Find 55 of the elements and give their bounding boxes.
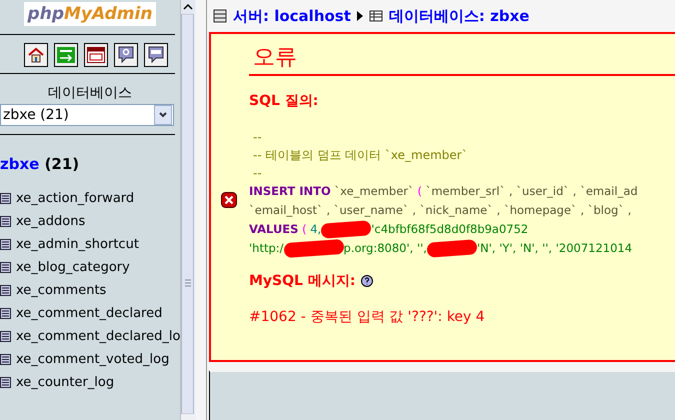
arrow-right-icon bbox=[356, 11, 363, 21]
table-link[interactable]: xe_addons bbox=[16, 214, 86, 229]
table-icon bbox=[0, 354, 11, 365]
query-button[interactable] bbox=[144, 43, 168, 67]
sql-comment: -- bbox=[252, 129, 263, 146]
table-icon bbox=[0, 262, 11, 273]
table-link[interactable]: xe_action_forward bbox=[16, 191, 134, 206]
phpmyadmin-logo[interactable]: phpMyAdmin bbox=[24, 2, 156, 26]
sql-text: p.org:8080', '', bbox=[344, 240, 427, 257]
table-icon bbox=[0, 331, 11, 342]
redaction-mark bbox=[283, 238, 344, 258]
sql-text: 4, bbox=[309, 221, 322, 238]
help-button[interactable] bbox=[114, 43, 138, 67]
caret-icon bbox=[154, 105, 172, 125]
redaction-mark bbox=[320, 220, 372, 239]
table-icon bbox=[0, 377, 11, 388]
table-icon bbox=[368, 9, 383, 23]
database-label: 데이터베이스 bbox=[48, 84, 132, 102]
sql-label: SQL 질의: bbox=[249, 92, 318, 110]
sql-line: `email_host` , `user_name` , `nick_name` , `homepage` , `blog` , bbox=[249, 202, 632, 219]
sql-comment: -- 테이블의 덤프 데이터 `xe_member` bbox=[252, 147, 469, 164]
error-title: 오류 bbox=[249, 40, 675, 76]
scroll-up-button[interactable] bbox=[181, 0, 195, 14]
database-select[interactable]: zbxe (21) bbox=[0, 104, 174, 126]
table-link[interactable]: xe_comment_voted_log bbox=[16, 352, 170, 367]
sql-line: INSERT INTO `xe_member` ( `member_srl` , `user_id` , `email_ad bbox=[249, 183, 639, 200]
server-icon bbox=[213, 9, 227, 23]
database-heading[interactable]: zbxe (21) bbox=[0, 155, 80, 173]
table-icon bbox=[0, 193, 11, 204]
sql-text: 'N', 'Y', 'N', '', '2007121014 bbox=[476, 240, 632, 257]
table-link[interactable]: xe_blog_category bbox=[16, 260, 130, 275]
table-icon bbox=[0, 239, 11, 250]
table-icon bbox=[0, 308, 11, 319]
error-icon bbox=[221, 192, 237, 208]
exit-button[interactable] bbox=[54, 43, 78, 67]
home-button[interactable] bbox=[24, 43, 48, 67]
sql-button[interactable] bbox=[84, 43, 108, 67]
breadcrumb-link[interactable]: 서버: localhost bbox=[233, 6, 351, 26]
table-link[interactable]: xe_comments bbox=[16, 283, 106, 298]
table-icon bbox=[0, 285, 11, 296]
mysql-message-label: MySQL 메시지: bbox=[249, 272, 356, 290]
sql-text: ( bbox=[301, 221, 307, 238]
sql-comment: -- bbox=[252, 165, 263, 182]
sql-text: 'http:/ bbox=[249, 240, 284, 257]
sql-text: 'c4bfbf68f5d8d0f8b9a0752 bbox=[371, 221, 528, 238]
table-link[interactable]: xe_comment_declared_lo bbox=[16, 329, 180, 344]
table-link[interactable]: xe_comment_declared bbox=[16, 306, 162, 321]
redaction-mark bbox=[426, 239, 478, 258]
help-icon[interactable] bbox=[361, 275, 374, 287]
table-icon bbox=[0, 216, 11, 227]
table-link[interactable]: xe_counter_log bbox=[16, 375, 114, 390]
breadcrumb-link[interactable]: 데이터베이스: zbxe bbox=[388, 6, 530, 26]
sql-text: VALUES bbox=[249, 221, 298, 238]
error-message: #1062 - 중복된 입력 값 '???': key 4 bbox=[249, 308, 486, 326]
table-link[interactable]: xe_admin_shortcut bbox=[16, 237, 139, 252]
